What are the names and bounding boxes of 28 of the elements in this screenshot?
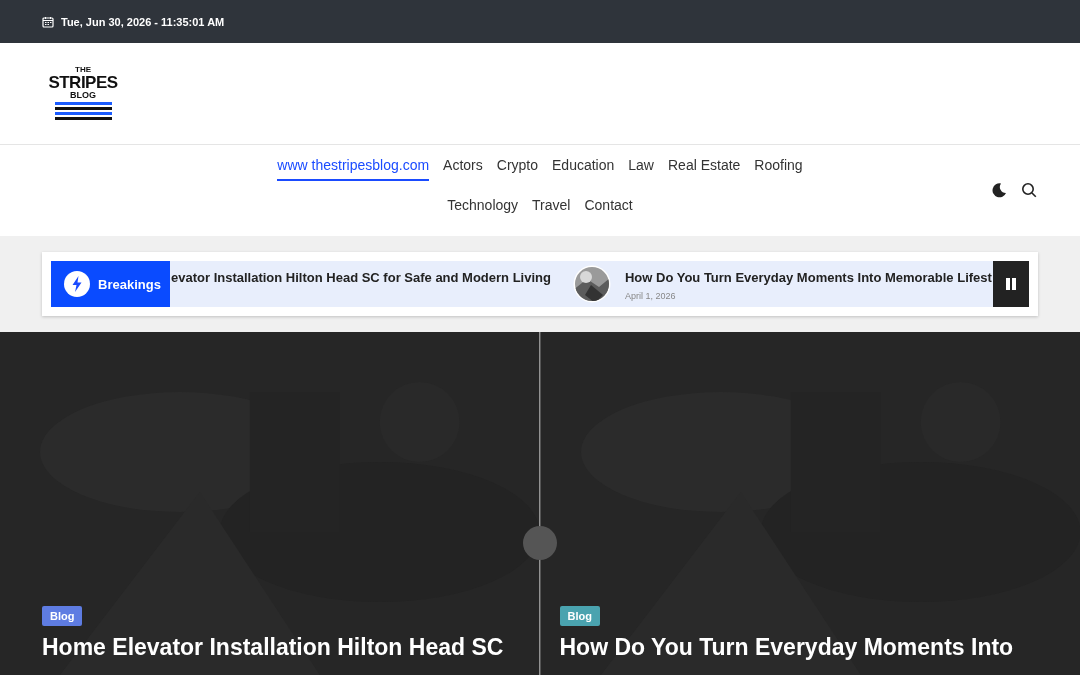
category-tag[interactable]: Blog bbox=[42, 606, 83, 626]
slide-title[interactable]: How Do You Turn Everyday Moments Into bbox=[559, 634, 1014, 661]
calendar-icon bbox=[42, 15, 54, 28]
pause-button[interactable] bbox=[993, 261, 1029, 307]
nav-link[interactable]: Real Estate bbox=[668, 157, 741, 181]
breakings-label: Breakings bbox=[51, 261, 170, 307]
ticker-headline[interactable]: evator Installation Hilton Head SC for Safe and Modern Living bbox=[171, 270, 551, 285]
ticker-headline[interactable]: How Do You Turn Everyday Moments Into Memorable Lifest bbox=[624, 270, 992, 285]
nav-link[interactable]: Law bbox=[628, 157, 654, 181]
nav-link[interactable]: Actors bbox=[443, 157, 483, 181]
logo-text: STRIPES bbox=[48, 73, 118, 91]
slide-title[interactable]: Home Elevator Installation Hilton Head SC bbox=[42, 634, 504, 661]
pause-icon bbox=[1005, 278, 1017, 290]
nav-link[interactable]: Education bbox=[552, 157, 615, 181]
nav-link[interactable]: Roofing bbox=[754, 157, 803, 181]
nav-link[interactable]: Technology bbox=[447, 197, 519, 221]
date-time: Tue, Jun 30, 2026 - 11:35:01 AM bbox=[61, 15, 225, 28]
stripes-logo-icon bbox=[54, 101, 112, 122]
nav-link[interactable]: Crypto bbox=[496, 157, 538, 181]
moon-icon[interactable] bbox=[991, 182, 1007, 198]
nav-link[interactable]: Travel bbox=[532, 197, 571, 221]
logo-text: THE bbox=[75, 65, 91, 74]
search-icon[interactable] bbox=[1021, 182, 1037, 198]
lightning-icon bbox=[64, 271, 90, 297]
nav-link[interactable]: Contact bbox=[584, 197, 633, 221]
nav-link[interactable]: www thestripesblog.com bbox=[277, 157, 430, 181]
logo-text: BLOG bbox=[70, 90, 96, 100]
ticker-date: April 1, 2026 bbox=[624, 291, 677, 301]
